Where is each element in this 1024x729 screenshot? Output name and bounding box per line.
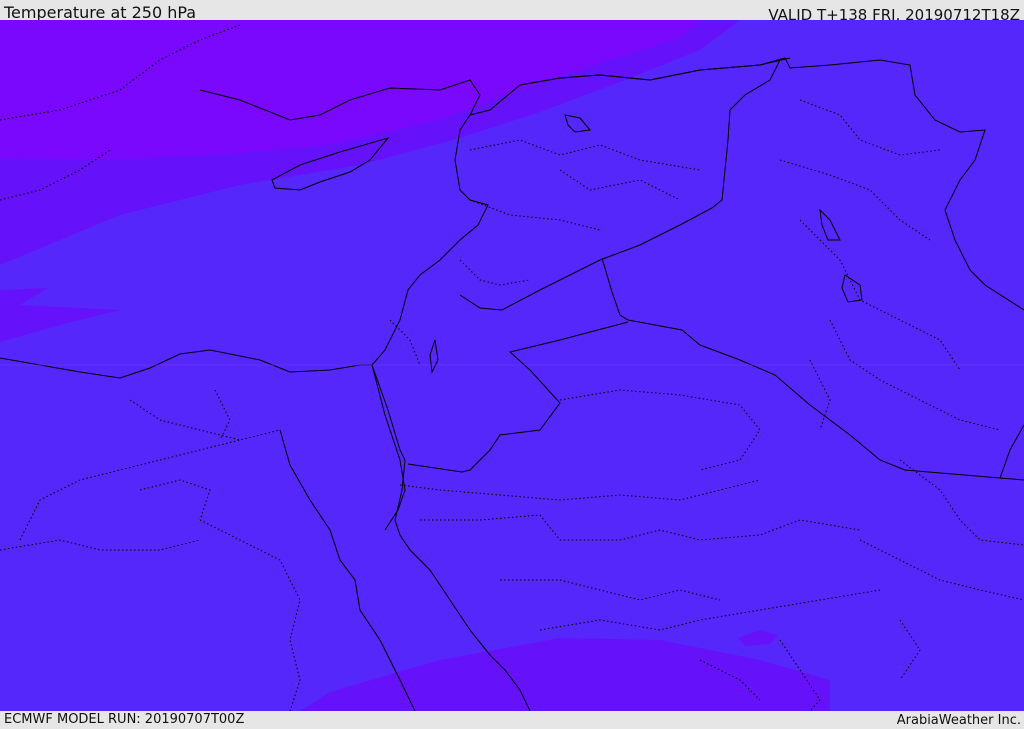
map-canvas: [0, 20, 1024, 711]
credit-label: ArabiaWeather Inc.: [896, 713, 1021, 728]
header-bar: Temperature at 250 hPa VALID T+138 FRI. …: [0, 0, 1024, 24]
footer-bar: ECMWF MODEL RUN: 20190707T00Z ArabiaWeat…: [0, 711, 1024, 729]
model-run-label: ECMWF MODEL RUN: 20190707T00Z: [4, 712, 245, 727]
temperature-map[interactable]: [0, 20, 1024, 711]
